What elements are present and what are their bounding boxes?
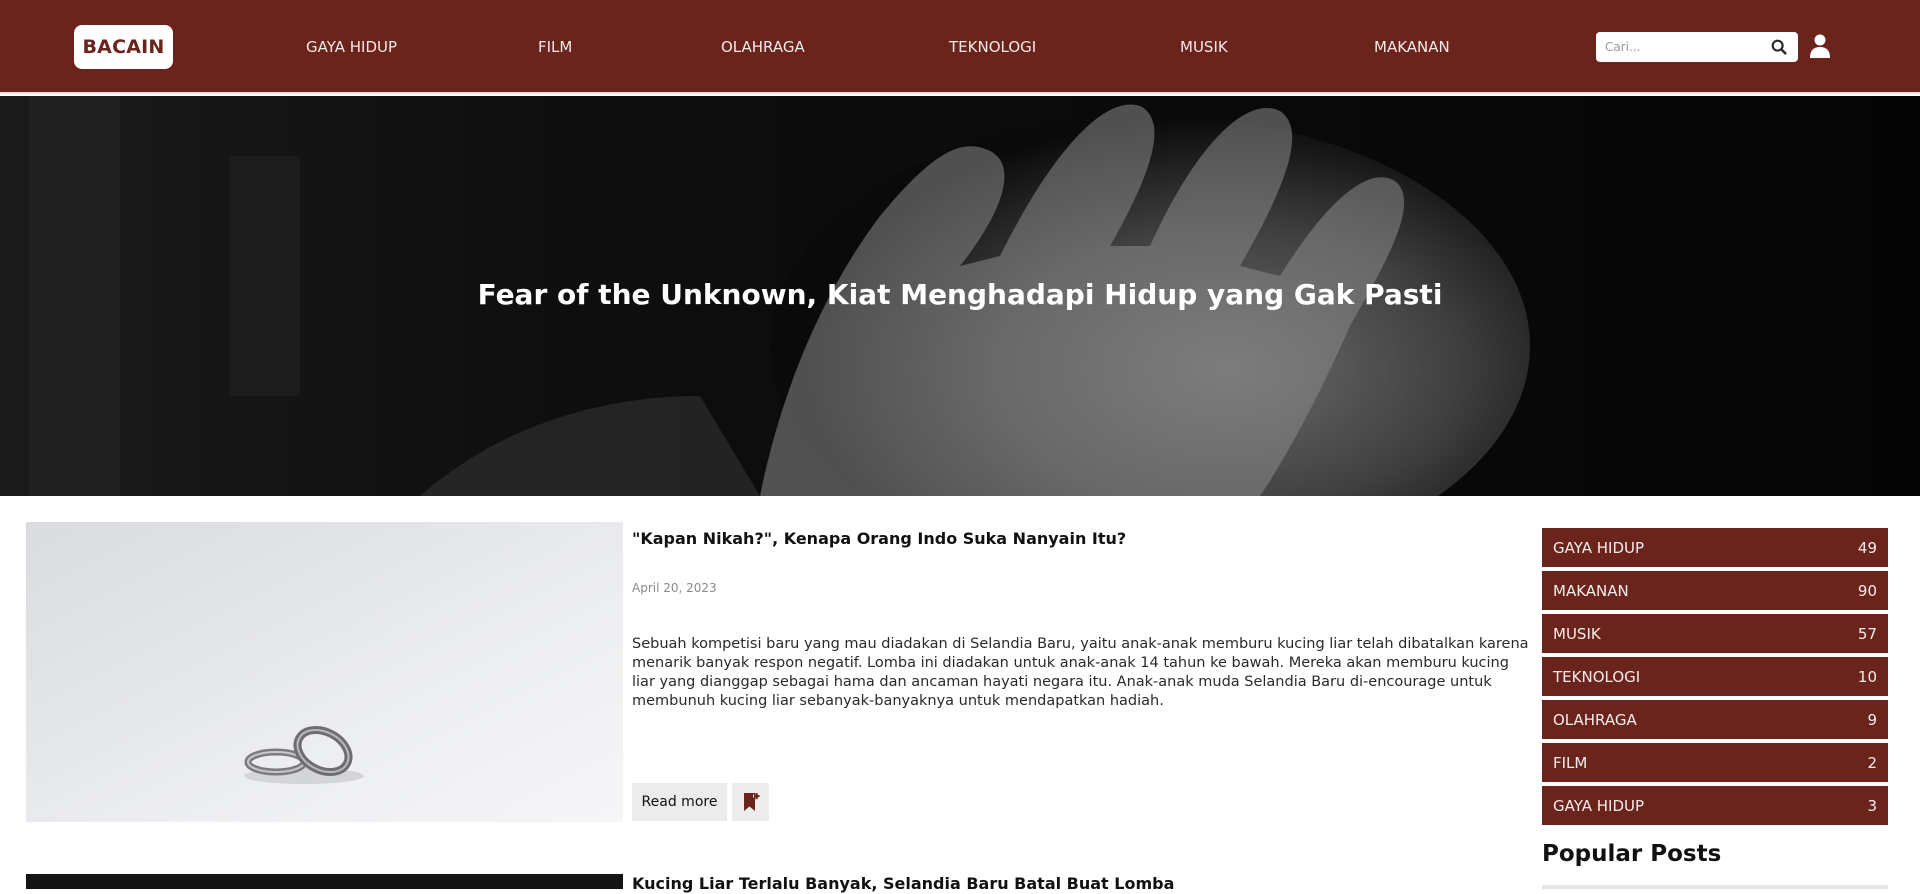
- nav-item-film[interactable]: FILM: [538, 38, 572, 56]
- search-icon[interactable]: [1770, 38, 1788, 56]
- nav-item-musik[interactable]: MUSIK: [1180, 38, 1228, 56]
- post-card: Kucing Liar Terlalu Banyak, Selandia Bar…: [26, 874, 1526, 894]
- category-count: 57: [1857, 624, 1877, 643]
- hero-banner[interactable]: Fear of the Unknown, Kiat Menghadapi Hid…: [0, 96, 1920, 496]
- post-date: April 20, 2023: [632, 581, 717, 595]
- category-name: MAKANAN: [1553, 581, 1629, 600]
- category-name: FILM: [1553, 753, 1588, 772]
- post-title[interactable]: "Kapan Nikah?", Kenapa Orang Indo Suka N…: [632, 529, 1126, 548]
- site-logo[interactable]: BACAIN: [74, 25, 173, 69]
- category-count: 9: [1867, 710, 1877, 729]
- category-name: MUSIK: [1553, 624, 1601, 643]
- post-image[interactable]: [26, 522, 623, 822]
- bookmark-plus-icon: [743, 793, 759, 811]
- category-item[interactable]: MUSIK 57: [1542, 614, 1888, 653]
- popular-posts-heading: Popular Posts: [1542, 841, 1722, 867]
- post-image[interactable]: [26, 874, 623, 889]
- site-header: BACAIN GAYA HIDUP FILM OLAHRAGA TEKNOLOG…: [0, 0, 1920, 94]
- category-item[interactable]: GAYA HIDUP 49: [1542, 528, 1888, 567]
- category-count: 49: [1857, 538, 1877, 557]
- category-item[interactable]: OLAHRAGA 9: [1542, 700, 1888, 739]
- nav-item-olahraga[interactable]: OLAHRAGA: [721, 38, 805, 56]
- category-name: OLAHRAGA: [1553, 710, 1637, 729]
- category-name: GAYA HIDUP: [1553, 538, 1645, 557]
- bookmark-button[interactable]: [732, 783, 769, 821]
- category-item[interactable]: GAYA HIDUP 3: [1542, 786, 1888, 825]
- category-item[interactable]: MAKANAN 90: [1542, 571, 1888, 610]
- search-input[interactable]: [1596, 32, 1756, 62]
- nav-item-makanan[interactable]: MAKANAN: [1374, 38, 1450, 56]
- category-item[interactable]: FILM 2: [1542, 743, 1888, 782]
- category-count: 10: [1857, 667, 1877, 686]
- hero-title[interactable]: Fear of the Unknown, Kiat Menghadapi Hid…: [0, 278, 1920, 311]
- user-icon[interactable]: [1808, 33, 1832, 59]
- post-excerpt: Sebuah kompetisi baru yang mau diadakan …: [632, 636, 1529, 709]
- category-count: 2: [1867, 753, 1877, 772]
- category-count: 3: [1867, 796, 1877, 815]
- post-card: "Kapan Nikah?", Kenapa Orang Indo Suka N…: [26, 522, 1529, 822]
- nav-item-teknologi[interactable]: TEKNOLOGI: [949, 38, 1036, 56]
- category-count: 90: [1857, 581, 1877, 600]
- divider: [1542, 885, 1888, 889]
- category-name: TEKNOLOGI: [1553, 667, 1641, 686]
- post-title[interactable]: Kucing Liar Terlalu Banyak, Selandia Bar…: [632, 874, 1174, 893]
- category-name: GAYA HIDUP: [1553, 796, 1645, 815]
- nav-item-gaya-hidup[interactable]: GAYA HIDUP: [306, 38, 397, 56]
- read-more-button[interactable]: Read more: [632, 783, 727, 821]
- search-box: [1596, 32, 1798, 62]
- category-item[interactable]: TEKNOLOGI 10: [1542, 657, 1888, 696]
